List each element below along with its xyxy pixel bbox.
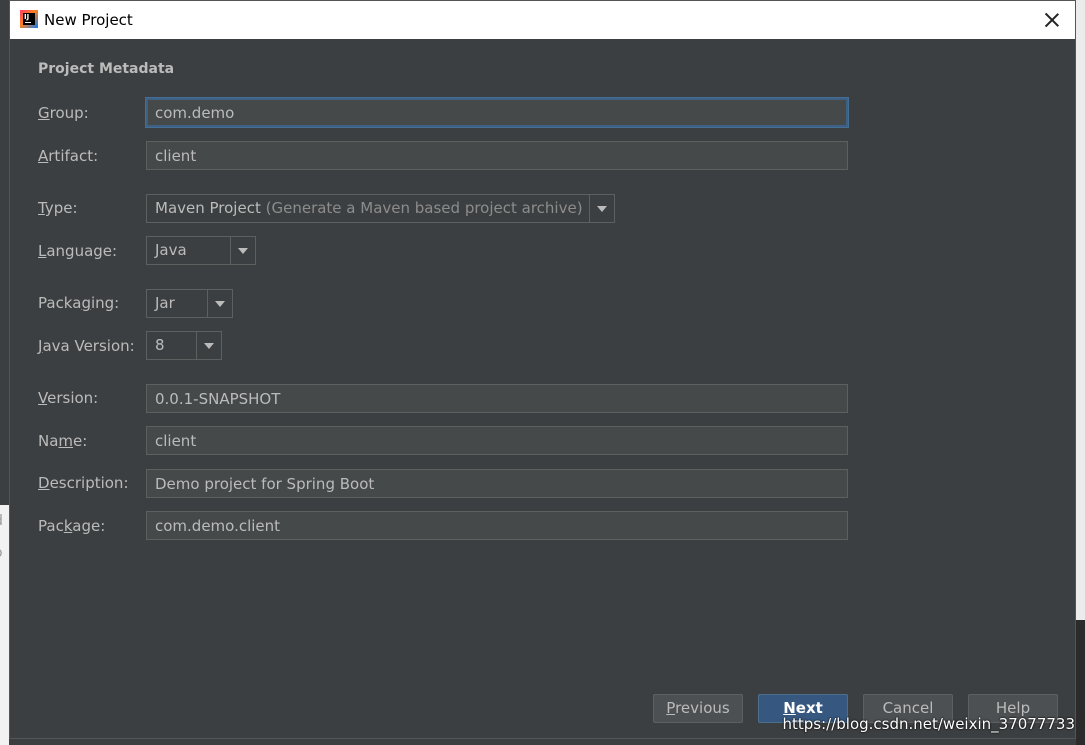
artifact-input[interactable] — [146, 141, 848, 170]
package-input[interactable] — [146, 511, 848, 540]
section-title: Project Metadata — [38, 61, 175, 77]
version-label: Version: — [38, 389, 99, 407]
background-glyph: d — [0, 513, 3, 529]
package-label: Package: — [38, 517, 106, 535]
new-project-dialog: IJ New Project Project Metadata Group: A… — [9, 0, 1076, 739]
group-input[interactable] — [146, 98, 848, 127]
java-version-dropdown[interactable]: 8 — [146, 331, 222, 360]
java-version-label: Java Version: — [38, 337, 135, 355]
description-label: Description: — [38, 474, 129, 492]
background-window-right — [1076, 0, 1085, 620]
close-button[interactable] — [1041, 9, 1063, 31]
intellij-idea-icon: IJ — [20, 10, 38, 28]
type-hint: (Generate a Maven based project archive) — [265, 199, 583, 217]
background-window-left-light: d o — [0, 505, 9, 745]
name-input[interactable] — [146, 426, 848, 455]
packaging-dropdown[interactable]: Jar — [146, 289, 233, 318]
window-title: New Project — [44, 11, 133, 29]
previous-button[interactable]: Previous — [653, 694, 743, 723]
chevron-down-icon[interactable] — [589, 195, 614, 222]
language-dropdown[interactable]: Java — [146, 236, 256, 265]
description-input[interactable] — [146, 469, 848, 498]
type-value: Maven Project — [155, 199, 261, 217]
background-window-right-dark — [1076, 620, 1085, 745]
java-version-value: 8 — [155, 336, 165, 354]
language-label: Language: — [38, 242, 118, 260]
name-label: Name: — [38, 432, 88, 450]
chevron-down-icon[interactable] — [196, 332, 221, 359]
language-value: Java — [155, 241, 187, 259]
title-bar[interactable]: IJ New Project — [10, 1, 1075, 39]
chevron-down-icon[interactable] — [207, 290, 232, 317]
packaging-value: Jar — [155, 294, 175, 312]
group-label: Group: — [38, 104, 89, 122]
version-input[interactable] — [146, 384, 848, 413]
chevron-down-icon[interactable] — [230, 237, 255, 264]
packaging-label: Packaging: — [38, 294, 120, 312]
artifact-label: Artifact: — [38, 147, 99, 165]
background-glyph: o — [0, 545, 3, 561]
type-label: Type: — [38, 199, 78, 217]
type-dropdown[interactable]: Maven Project (Generate a Maven based pr… — [146, 194, 615, 223]
watermark: https://blog.csdn.net/weixin_37077733 — [782, 715, 1075, 733]
